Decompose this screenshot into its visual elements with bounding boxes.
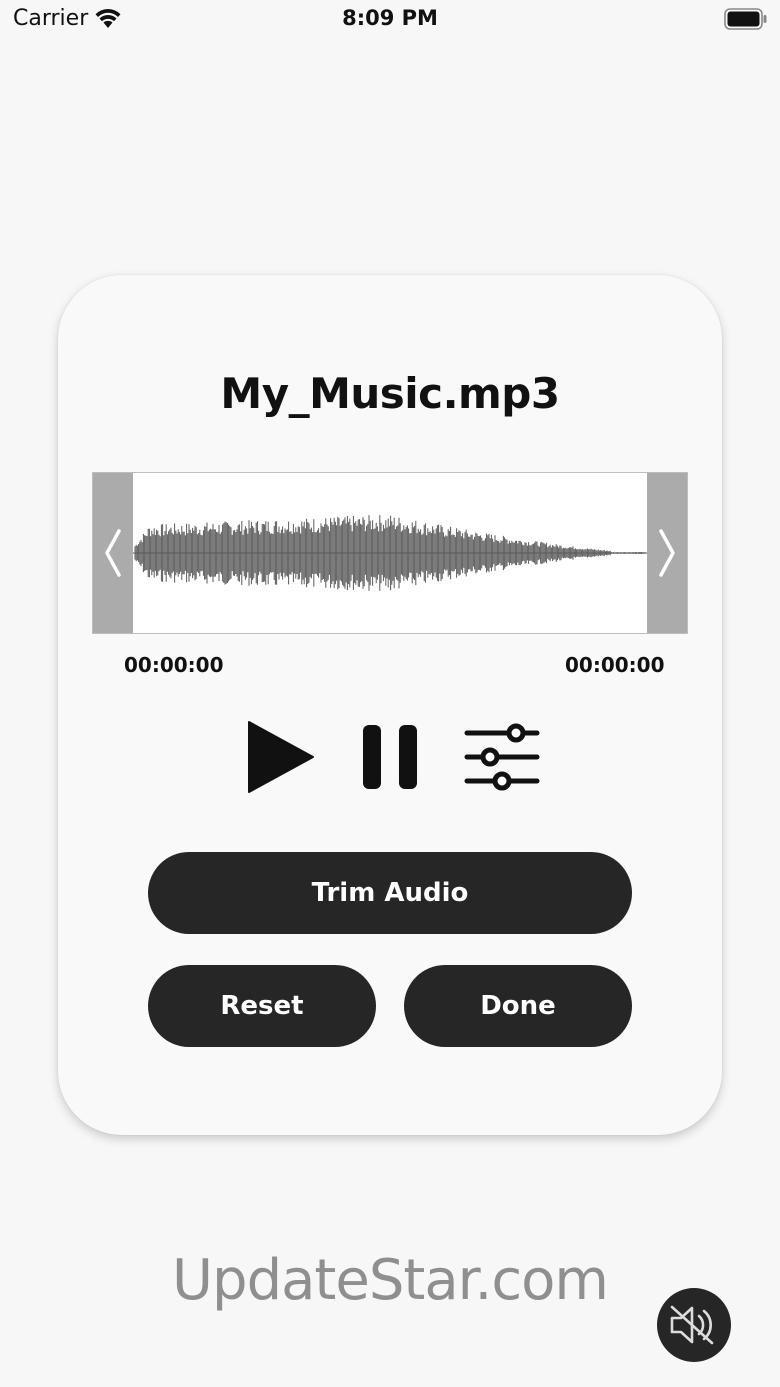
play-icon[interactable] — [246, 719, 316, 799]
chevron-right-icon — [659, 529, 675, 577]
pause-icon[interactable] — [361, 723, 419, 795]
reset-button[interactable]: Reset — [148, 965, 376, 1047]
playback-controls — [58, 715, 722, 805]
speaker-muted-icon — [670, 1305, 714, 1345]
end-time-label: 00:00:00 — [565, 653, 665, 677]
file-name-title: My_Music.mp3 — [220, 369, 560, 418]
trim-handle-left[interactable] — [93, 473, 133, 633]
chevron-left-icon — [105, 529, 121, 577]
waveform-graphic — [133, 515, 647, 591]
status-bar: Carrier 8:09 PM — [0, 0, 780, 40]
audio-trim-card: My_Music.mp3 00:00:00 00:00:00 Trim Audi… — [58, 275, 722, 1135]
waveform-trimmer[interactable] — [92, 472, 688, 634]
sliders-icon[interactable] — [464, 723, 540, 797]
trim-handle-right[interactable] — [647, 473, 687, 633]
trim-audio-button[interactable]: Trim Audio — [148, 852, 632, 934]
start-time-label: 00:00:00 — [124, 653, 224, 677]
battery-icon — [724, 8, 768, 34]
done-button[interactable]: Done — [404, 965, 632, 1047]
mute-button[interactable] — [657, 1288, 731, 1362]
clock: 8:09 PM — [342, 6, 438, 30]
